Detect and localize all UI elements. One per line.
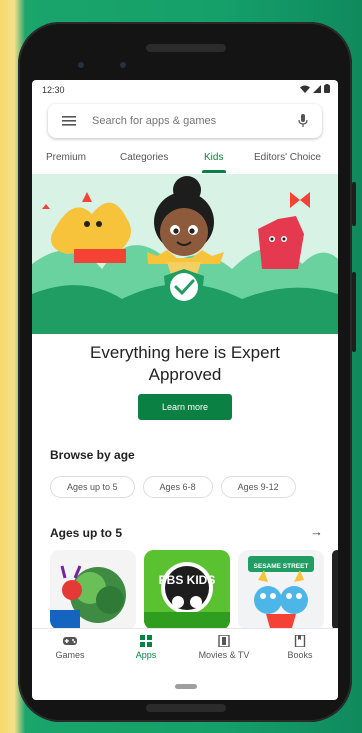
banner-heading: Everything here is Expert Approved <box>32 342 338 386</box>
banner-heading-line1: Everything here is Expert <box>90 343 280 362</box>
microphone-icon[interactable] <box>298 114 308 128</box>
search-input[interactable] <box>90 114 298 128</box>
nav-books-label: Books <box>287 650 313 660</box>
banner-illustration <box>32 174 338 334</box>
home-gesture-bar[interactable] <box>175 684 197 689</box>
nav-apps[interactable]: Apps <box>111 635 181 660</box>
caterpillar-illustration <box>50 550 136 630</box>
bottom-speaker <box>146 704 226 712</box>
battery-icon <box>324 84 330 93</box>
wifi-icon <box>300 85 310 93</box>
film-icon <box>218 635 230 647</box>
search-bar[interactable] <box>48 104 322 138</box>
pbs-kids-illustration: PBS KIDS <box>144 550 230 630</box>
status-bar: 12:30 <box>32 80 338 100</box>
phone-frame: 12:30 Premium Categories Kids Editors' C… <box>18 22 356 722</box>
volume-button <box>352 272 356 352</box>
kids-banner <box>32 174 338 334</box>
banner-heading-line2: Approved <box>148 365 222 384</box>
pbs-kids-app-icon[interactable]: PBS KIDS <box>144 550 230 630</box>
screen: 12:30 Premium Categories Kids Editors' C… <box>32 80 338 700</box>
browse-by-age-title: Browse by age <box>50 448 135 462</box>
arrow-right-icon[interactable]: → <box>310 524 323 539</box>
nav-movies-tv[interactable]: Movies & TV <box>189 635 259 660</box>
nav-movies-tv-label: Movies & TV <box>198 650 250 660</box>
tab-premium[interactable]: Premium <box>46 152 86 163</box>
partial-app-icon[interactable] <box>332 550 338 630</box>
book-icon <box>294 635 306 647</box>
chip-ages-6-8[interactable]: Ages 6-8 <box>142 476 213 498</box>
hamburger-menu-icon[interactable] <box>62 116 76 126</box>
nav-books[interactable]: Books <box>265 635 335 660</box>
tab-kids[interactable]: Kids <box>204 152 223 163</box>
front-sensor <box>120 62 126 68</box>
signal-icon <box>313 84 321 93</box>
gamepad-icon <box>63 637 77 645</box>
chip-ages-9-12[interactable]: Ages 9-12 <box>220 476 296 498</box>
app-row: PBS KIDS SESAME STREET <box>50 550 338 630</box>
active-tab-indicator <box>202 170 226 173</box>
tab-editors-choice[interactable]: Editors' Choice <box>254 152 321 163</box>
status-time: 12:30 <box>42 85 65 95</box>
age-chips: Ages up to 5 Ages 6-8 Ages 9-12 <box>50 476 296 498</box>
nav-games-label: Games <box>55 650 85 660</box>
learn-more-button[interactable]: Learn more <box>138 394 232 420</box>
front-camera <box>78 62 84 68</box>
bottom-navigation: Games Apps Movies & TV Books <box>32 628 338 669</box>
sesame-street-illustration: SESAME STREET <box>238 550 324 630</box>
sesame-street-app-icon[interactable]: SESAME STREET <box>238 550 324 630</box>
chip-ages-up-to-5[interactable]: Ages up to 5 <box>50 476 135 498</box>
pbs-logo-text: PBS KIDS <box>159 573 216 587</box>
nav-games[interactable]: Games <box>35 635 105 660</box>
nav-apps-label: Apps <box>135 650 157 660</box>
apps-grid-icon <box>140 635 152 647</box>
caterpillar-app-icon[interactable] <box>50 550 136 630</box>
ages-up-to-5-title: Ages up to 5 <box>50 526 123 540</box>
top-speaker <box>146 44 226 52</box>
sesame-logo-text: SESAME STREET <box>254 563 309 570</box>
category-tabs: Premium Categories Kids Editors' Choice <box>32 144 338 174</box>
status-icons <box>300 84 330 93</box>
tab-categories[interactable]: Categories <box>120 152 168 163</box>
power-button <box>352 182 356 226</box>
